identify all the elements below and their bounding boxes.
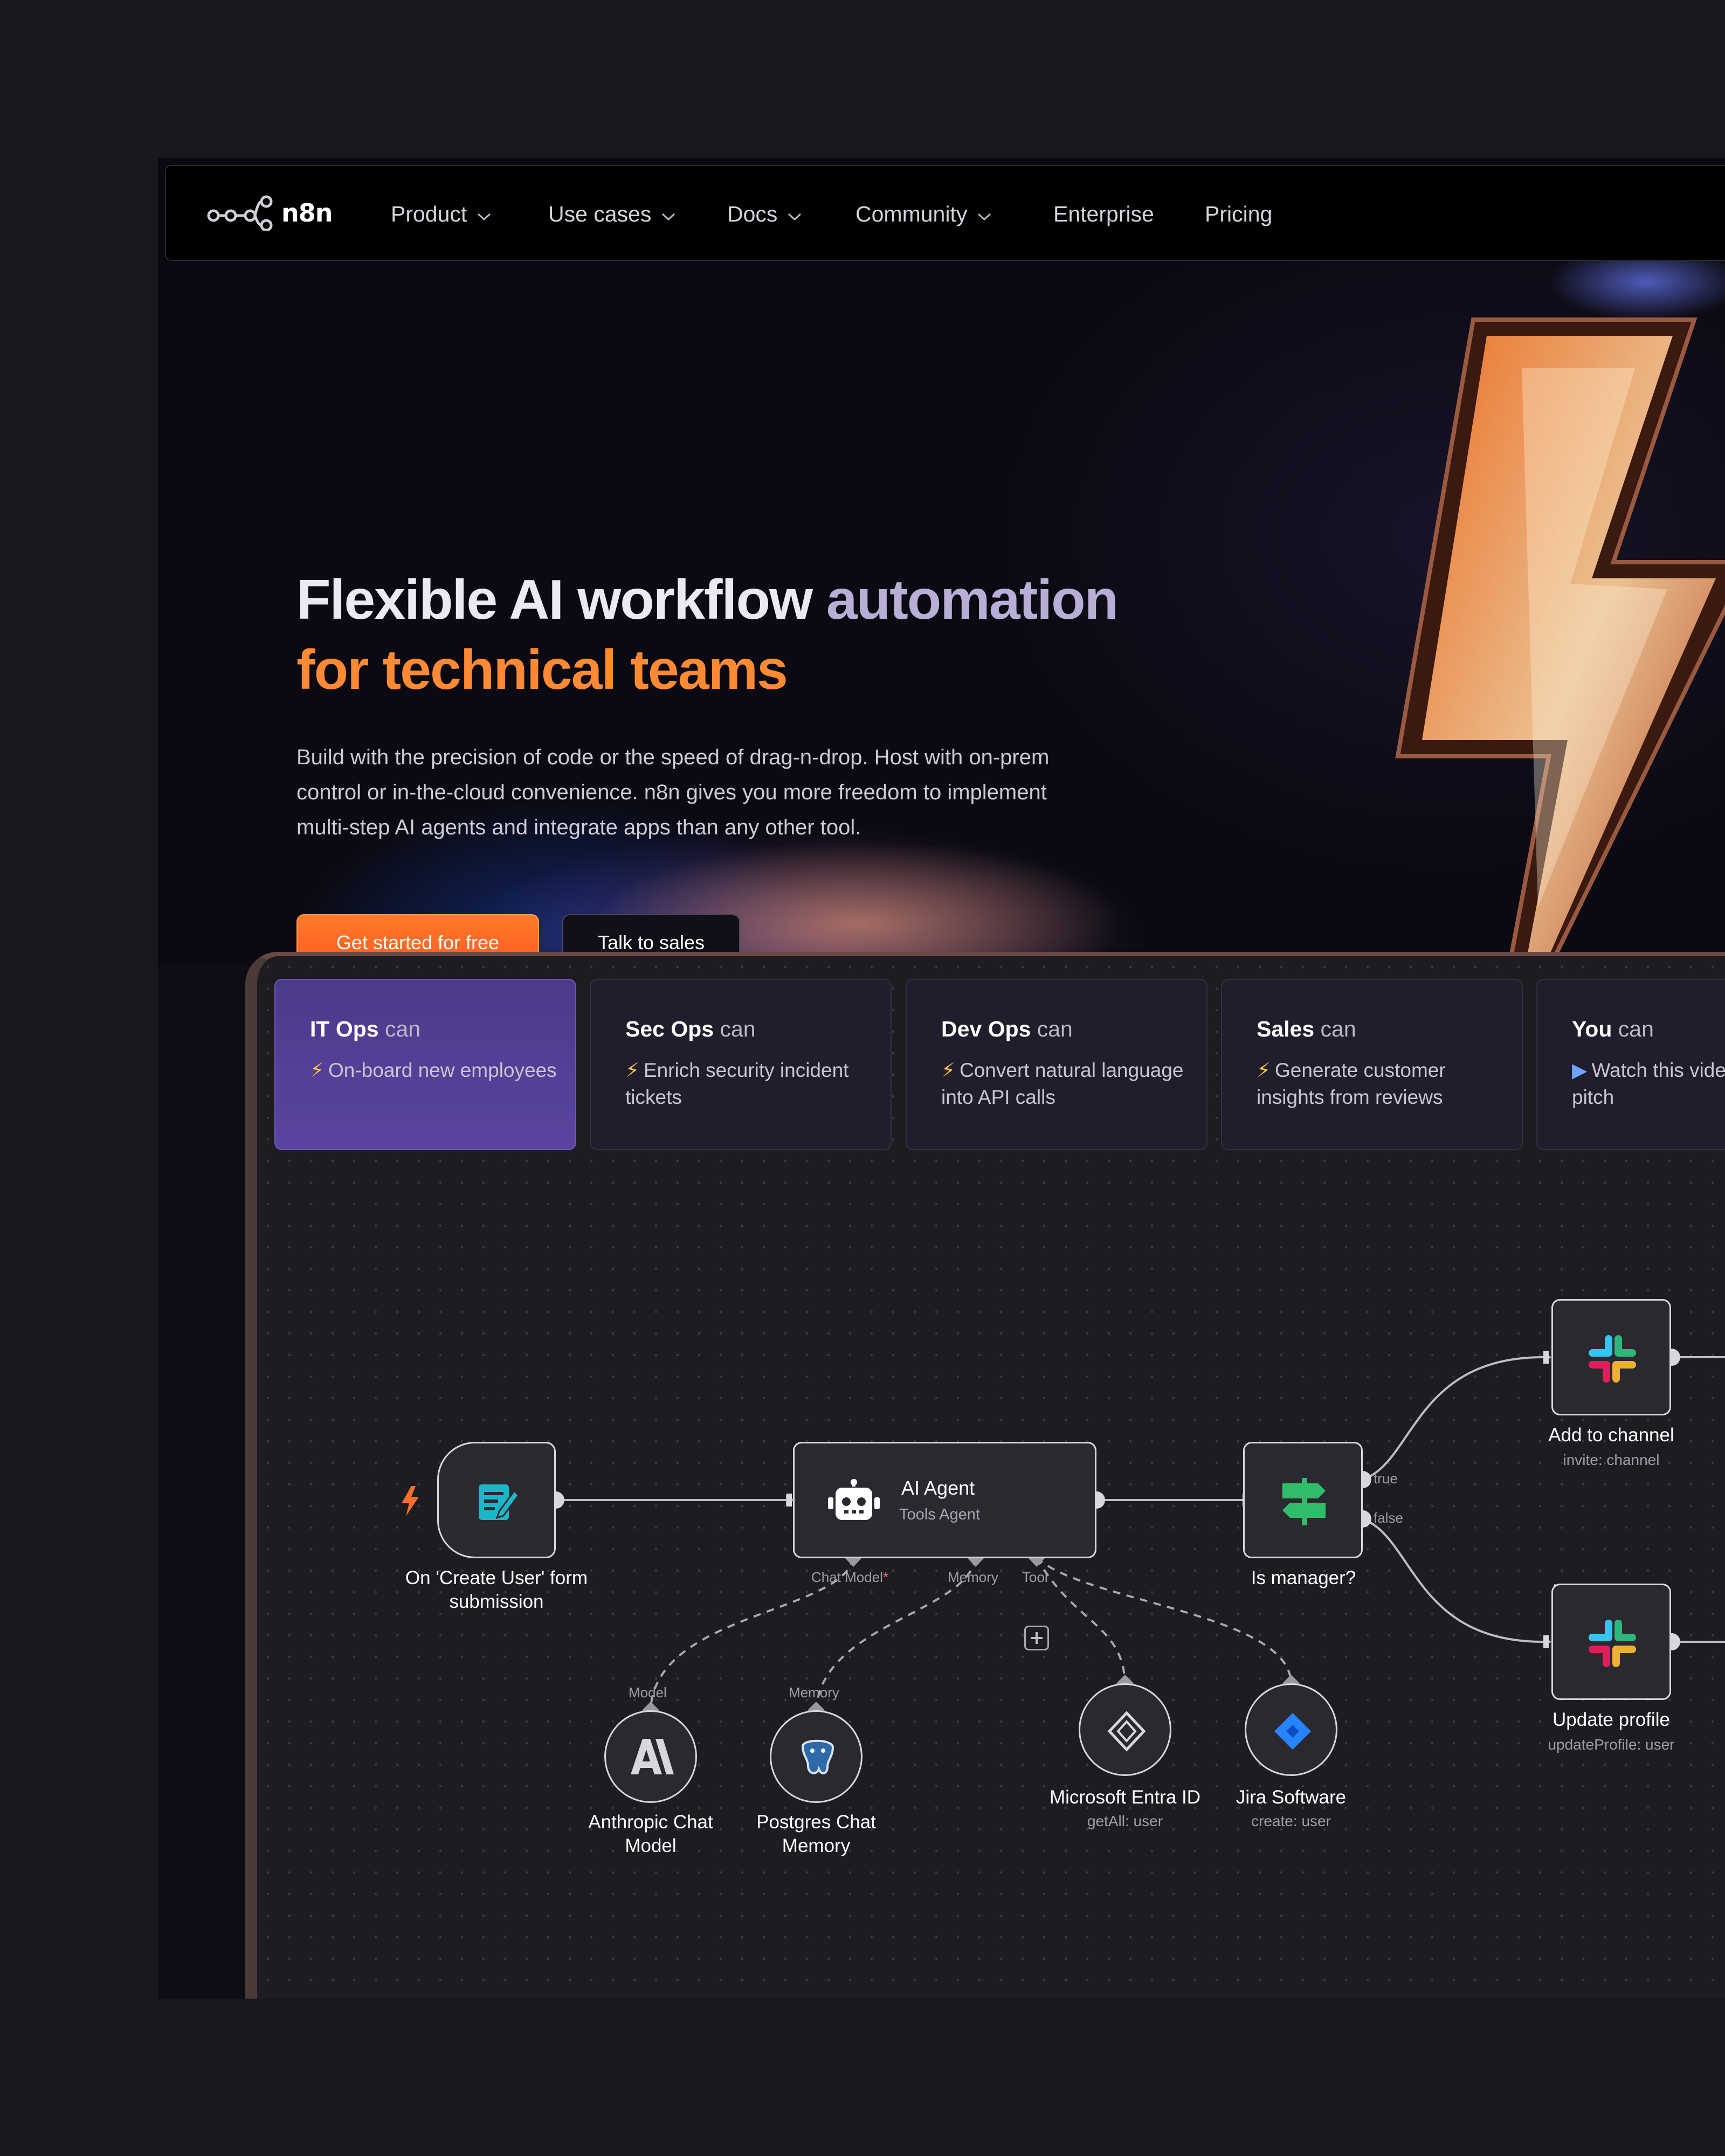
branch-false-label: false xyxy=(1374,1510,1403,1526)
entra-icon xyxy=(1107,1711,1146,1752)
chevron-down-icon xyxy=(787,202,802,227)
nav-item-label: Product xyxy=(391,201,467,226)
workflow-connections xyxy=(547,1349,1725,1719)
update-profile-label-2: Update profile xyxy=(1552,1709,1670,1730)
n8n-logo-icon xyxy=(207,195,273,231)
port-label-text: Chat Model xyxy=(811,1569,883,1585)
trigger-lightning-icon xyxy=(399,1486,421,1519)
chevron-down-icon xyxy=(661,202,676,227)
entra-node[interactable] xyxy=(1079,1683,1171,1776)
nav-item-product[interactable]: Product xyxy=(391,166,492,262)
nav-item-label: Pricing xyxy=(1205,201,1273,226)
port-label-chat-model: Chat Model* xyxy=(811,1569,888,1586)
add-to-channel-node[interactable] xyxy=(1551,1299,1671,1415)
branch-true-label: true xyxy=(1374,1470,1398,1487)
add-to-channel-sub: invite: channel xyxy=(1563,1452,1660,1468)
nav-item-enterprise[interactable]: Enterprise xyxy=(1053,166,1154,262)
postgres-node[interactable] xyxy=(770,1710,862,1803)
update-profile-sub: updateProfile: user xyxy=(1548,1736,1675,1753)
brand-name: n8n xyxy=(281,198,333,227)
nav-item-use-cases[interactable]: Use cases xyxy=(548,166,676,262)
top-navigation: n8n Product Use cases Docs Community Ent… xyxy=(165,165,1725,261)
jira-node[interactable] xyxy=(1245,1683,1337,1776)
signpost-icon xyxy=(1282,1478,1326,1525)
nav-item-label: Community xyxy=(855,201,968,226)
postgres-label: Postgres Chat Memory xyxy=(756,1812,876,1856)
ai-agent-node[interactable]: AI Agent Tools Agent xyxy=(793,1442,1096,1558)
ai-agent-subtitle: Tools Agent xyxy=(899,1506,980,1523)
trigger-node-label: On 'Create User' form submission xyxy=(405,1567,588,1612)
slack-icon xyxy=(1589,1620,1636,1667)
is-manager-label: Is manager? xyxy=(1251,1567,1356,1588)
browser-frame: n8n Product Use cases Docs Community Ent… xyxy=(158,158,1725,1999)
add-tool-button[interactable] xyxy=(1024,1626,1049,1650)
trigger-node[interactable] xyxy=(437,1442,556,1558)
required-marker: * xyxy=(882,1569,889,1585)
nav-item-docs[interactable]: Docs xyxy=(727,166,802,262)
jira-label: Jira Software xyxy=(1236,1787,1347,1808)
nav-item-label: Docs xyxy=(727,201,778,226)
chevron-down-icon xyxy=(477,202,492,227)
chevron-down-icon xyxy=(977,202,992,227)
slack-icon xyxy=(1589,1335,1636,1383)
form-icon xyxy=(479,1484,520,1520)
nav-item-pricing[interactable]: Pricing xyxy=(1205,166,1272,262)
entra-label: Microsoft Entra ID xyxy=(1049,1787,1201,1808)
anthropic-node[interactable] xyxy=(604,1710,697,1803)
port-label-memory-postgres: Memory xyxy=(789,1684,839,1701)
update-profile-node[interactable] xyxy=(1551,1584,1671,1700)
add-to-channel-label: Add to channel xyxy=(1548,1425,1674,1446)
jira-icon xyxy=(1274,1713,1311,1750)
plus-icon xyxy=(1031,1632,1043,1644)
postgres-icon xyxy=(801,1739,834,1774)
brand-logo[interactable]: n8n xyxy=(207,195,333,231)
port-label-tool: Tool xyxy=(1022,1569,1048,1585)
anthropic-label: Anthropic Chat Model xyxy=(588,1812,713,1856)
is-manager-node[interactable] xyxy=(1243,1442,1363,1558)
entra-sub: getAll: user xyxy=(1087,1813,1163,1829)
jira-sub: create: user xyxy=(1251,1813,1331,1829)
anthropic-icon xyxy=(631,1739,674,1774)
nav-item-label: Use cases xyxy=(548,201,652,226)
port-label-model: Model xyxy=(629,1684,667,1701)
nav-item-label: Enterprise xyxy=(1053,201,1154,226)
robot-icon xyxy=(828,1479,880,1520)
port-label-memory: Memory xyxy=(948,1569,998,1585)
nav-item-community[interactable]: Community xyxy=(855,166,992,262)
ai-agent-title: AI Agent xyxy=(901,1477,975,1499)
